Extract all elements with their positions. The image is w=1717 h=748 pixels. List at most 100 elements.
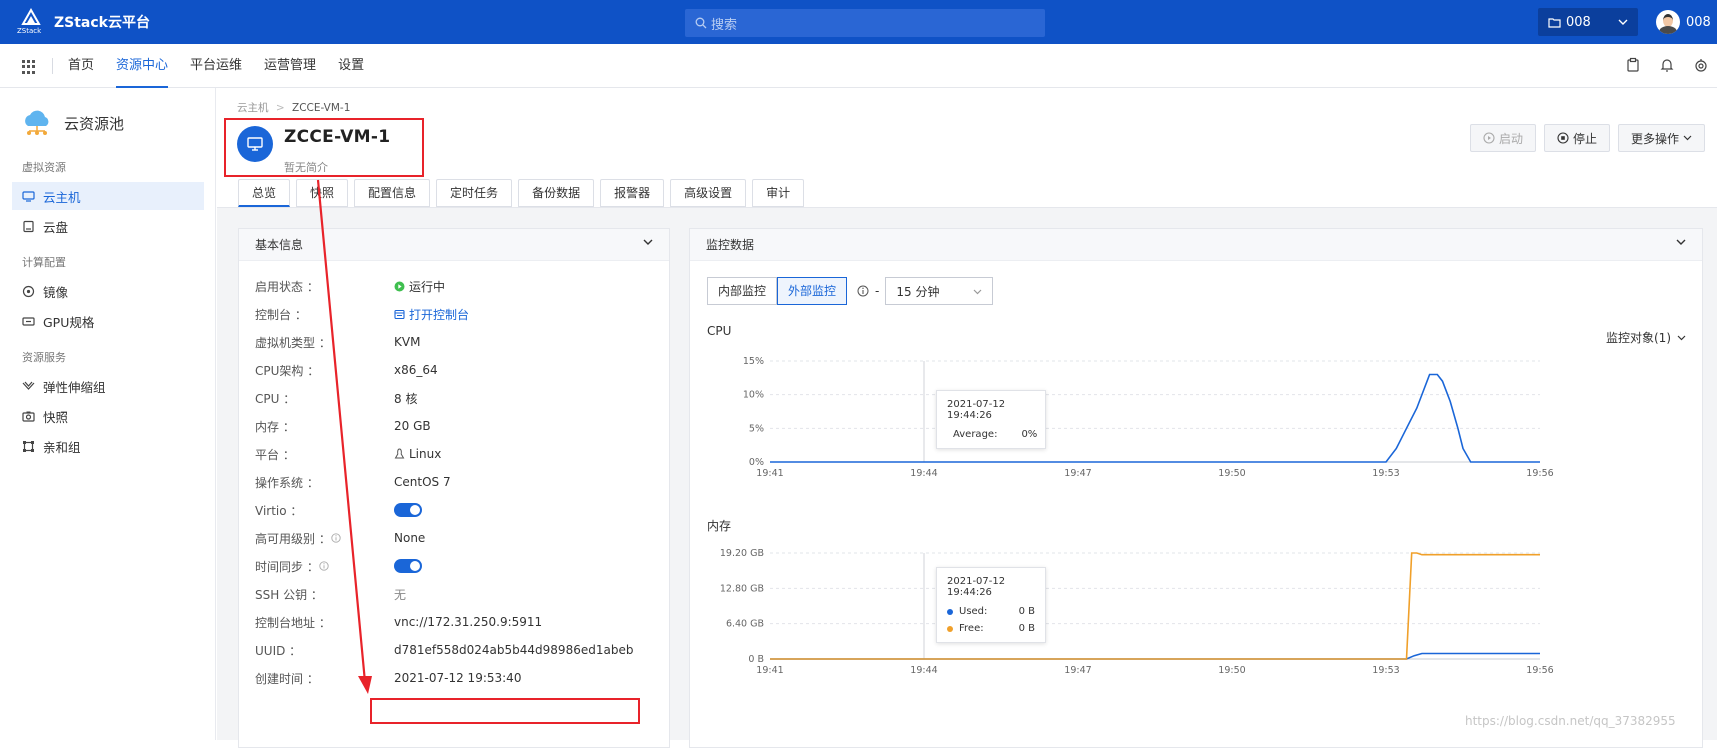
internal-monitor-button[interactable]: 内部监控	[707, 277, 778, 305]
stop-circle-icon	[1557, 132, 1569, 144]
open-console-link[interactable]: 打开控制台	[394, 306, 469, 323]
breadcrumb-parent[interactable]: 云主机	[237, 102, 269, 114]
info-icon[interactable]	[857, 285, 869, 297]
legend-dot	[947, 608, 953, 615]
toggle-switch[interactable]	[394, 559, 422, 573]
clipboard-icon[interactable]	[1625, 57, 1641, 73]
logo-sub-text: ZStack	[17, 27, 42, 35]
info-value-text: CentOS 7	[394, 475, 451, 489]
more-actions-button[interactable]: 更多操作	[1617, 124, 1705, 152]
sidebar-item[interactable]: 云主机	[12, 182, 204, 210]
sidebar-item[interactable]: 亲和组	[12, 432, 204, 460]
tab[interactable]: 报警器	[600, 179, 665, 207]
search-input[interactable]: 搜索	[685, 9, 1045, 37]
info-label: UUID ：	[255, 643, 302, 658]
logo[interactable]: ZStack ZStack云平台	[17, 7, 150, 36]
start-button[interactable]: 启动	[1469, 124, 1536, 152]
tab[interactable]: 备份数据	[518, 179, 595, 207]
info-label: 操作系统 ：	[255, 475, 319, 490]
info-value-text: None	[394, 531, 426, 545]
refresh-icon[interactable]	[1693, 57, 1709, 73]
stop-button[interactable]: 停止	[1543, 124, 1610, 152]
app-grid-icon[interactable]	[22, 60, 36, 74]
sidebar-item-label: 快照	[43, 409, 69, 425]
info-value: 8 核	[394, 390, 417, 407]
sidebar-item[interactable]: 弹性伸缩组	[12, 372, 204, 400]
user-name: 008	[1686, 14, 1711, 30]
tooltip-value: 0 B	[1018, 623, 1035, 634]
sidebar-item[interactable]: 镜像	[12, 277, 204, 305]
info-icon[interactable]	[331, 533, 341, 543]
info-row: SSH 公钥 ： 无	[255, 585, 655, 603]
x-tick-label: 19:47	[1064, 468, 1091, 479]
tab[interactable]: 总览	[238, 179, 291, 207]
y-tick-label: 10%	[743, 390, 764, 401]
chevron-down-icon[interactable]	[1676, 239, 1686, 245]
nav-item[interactable]: 平台运维	[190, 44, 242, 88]
chevron-down-icon	[1683, 135, 1692, 141]
series-line	[770, 552, 1540, 660]
avatar	[1656, 10, 1680, 34]
project-selector[interactable]: 008	[1538, 8, 1638, 36]
info-value-text: d781ef558d024ab5b44d98986ed1abeb	[394, 643, 634, 657]
search-placeholder: 搜索	[711, 17, 738, 33]
tab[interactable]: 快照	[296, 179, 349, 207]
info-value-text: 打开控制台	[409, 307, 470, 322]
info-row: UUID ： d781ef558d024ab5b44d98986ed1abeb	[255, 641, 655, 659]
info-row: 操作系统 ： CentOS 7	[255, 473, 655, 491]
info-row: 虚拟机类型 ： KVM	[255, 333, 655, 351]
info-value-text: 20 GB	[394, 419, 431, 433]
info-label: 控制台 ：	[255, 307, 307, 322]
sidebar-item[interactable]: GPU规格	[12, 307, 204, 335]
nav-item[interactable]: 资源中心	[116, 44, 169, 88]
y-tick-label: 12.80 GB	[720, 583, 764, 594]
bell-icon[interactable]	[1659, 57, 1675, 73]
x-tick-label: 19:53	[1372, 468, 1399, 479]
top-bar: ZStack ZStack云平台 搜索 008 008	[0, 0, 1717, 44]
nav-item[interactable]: 运营管理	[264, 44, 316, 88]
chevron-down-icon	[973, 289, 982, 295]
info-value: d781ef558d024ab5b44d98986ed1abeb	[394, 643, 633, 657]
cpu-chart[interactable]: 0% 5% 10% 15% 19:41 19:44 19:47 19:50 19:53 19:56	[690, 349, 1702, 489]
time-range-select[interactable]: 15 分钟	[885, 277, 994, 305]
cloud-pool-icon	[25, 110, 49, 135]
x-tick-label: 19:47	[1064, 665, 1091, 676]
info-icon[interactable]	[319, 561, 329, 571]
zstack-logo-icon: ZStack	[17, 7, 44, 36]
external-monitor-button[interactable]: 外部监控	[777, 277, 848, 305]
x-tick-label: 19:41	[756, 468, 783, 479]
toggle-switch[interactable]	[394, 503, 422, 517]
tooltip-time: 2021-07-12 19:44:26	[947, 576, 1006, 598]
x-tick-label: 19:56	[1526, 468, 1553, 479]
chevron-down-icon[interactable]	[643, 239, 653, 245]
sidebar-item[interactable]: 云盘	[12, 212, 204, 240]
nav-item[interactable]: 首页	[68, 44, 94, 88]
info-value-text: x86_64	[394, 363, 438, 377]
info-row: Virtio ：	[255, 501, 655, 519]
memory-chart[interactable]: 0 B 6.40 GB 12.80 GB 19.20 GB 19:41 19:44 19:4…	[690, 541, 1702, 691]
sidebar-item[interactable]: 快照	[12, 402, 204, 430]
info-label: CPU ：	[255, 391, 296, 406]
tab[interactable]: 审计	[752, 179, 805, 207]
info-row: 时间同步 ：	[255, 557, 655, 575]
tab[interactable]: 配置信息	[354, 179, 431, 207]
memory-tooltip: 2021-07-12 19:44:26 Used: 0 B Free: 0 B	[936, 567, 1046, 643]
nav-item[interactable]: 设置	[338, 44, 364, 88]
info-row: 高可用级别 ： None	[255, 529, 655, 547]
affinity-icon	[23, 440, 34, 452]
info-value: 2021-07-12 19:53:40	[394, 671, 521, 685]
sidebar-section-title: 资源服务	[22, 351, 66, 364]
user-menu[interactable]: 008	[1656, 10, 1711, 34]
stop-label: 停止	[1572, 131, 1597, 146]
monitor-target-dropdown[interactable]: 监控对象(1)	[1606, 329, 1686, 346]
breadcrumb: 云主机 > ZCCE-VM-1	[237, 100, 350, 115]
x-tick-label: 19:56	[1526, 665, 1553, 676]
info-label: 启用状态 ：	[255, 279, 319, 294]
tab[interactable]: 定时任务	[436, 179, 513, 207]
info-label: SSH 公钥 ：	[255, 587, 323, 602]
info-value: Linux	[394, 447, 441, 461]
tab[interactable]: 高级设置	[670, 179, 747, 207]
sidebar-item-label: 云盘	[43, 219, 69, 235]
app-name: ZStack云平台	[54, 15, 150, 31]
info-label: CPU架构 ：	[255, 363, 320, 378]
